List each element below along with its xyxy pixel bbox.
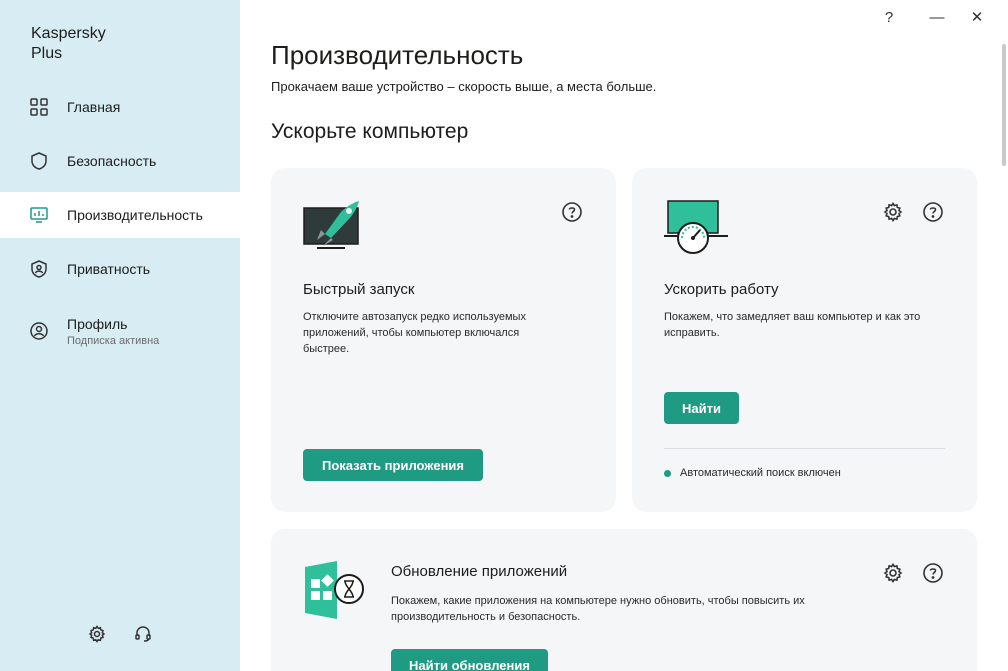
- app-updates-card: Обновление приложений Покажем, какие при…: [271, 529, 977, 671]
- help-icon[interactable]: [561, 201, 583, 223]
- card-title: Обновление приложений: [391, 563, 568, 580]
- status-text: Автоматический поиск включен: [680, 467, 841, 479]
- find-updates-button[interactable]: Найти обновления: [391, 649, 548, 671]
- user-circle-icon: [29, 321, 49, 341]
- sidebar-item-privacy[interactable]: Приватность: [12, 246, 240, 292]
- app-update-icon: [303, 561, 367, 619]
- card-title: Ускорить работу: [664, 281, 779, 298]
- sidebar-item-security[interactable]: Безопасность: [12, 138, 240, 184]
- divider: [664, 448, 945, 449]
- page-subtitle: Прокачаем ваше устройство – скорость выш…: [271, 79, 657, 94]
- sidebar-bottom: [0, 238, 240, 671]
- status-dot-icon: [664, 469, 671, 477]
- headset-icon[interactable]: [133, 624, 153, 644]
- sidebar-item-label: Главная: [67, 99, 121, 115]
- page-title: Производительность: [271, 40, 524, 70]
- speed-up-card: Ускорить работу Покажем, что замедляет в…: [632, 168, 977, 512]
- scrollbar[interactable]: [1002, 44, 1006, 166]
- card-description: Отключите автозапуск редко используемых …: [303, 311, 526, 355]
- help-icon[interactable]: [922, 562, 944, 584]
- subscription-status: Подписка активна: [67, 334, 160, 347]
- card-description: Покажем, какие приложения на компьютере …: [391, 595, 805, 623]
- quick-start-card: Быстрый запуск Отключите автозапуск редк…: [271, 168, 616, 512]
- app-brand: Kaspersky Plus: [31, 25, 106, 62]
- find-button[interactable]: Найти: [664, 392, 739, 424]
- sidebar-item-label: Приватность: [67, 261, 151, 277]
- sidebar-item-profile[interactable]: Профиль Подписка активна: [12, 308, 240, 354]
- gear-icon[interactable]: [882, 201, 904, 223]
- sidebar-item-label: Производительность: [67, 207, 203, 223]
- section-title: Ускорьте компьютер: [271, 120, 469, 143]
- monitor-chart-icon: [29, 205, 49, 225]
- sidebar-item-home[interactable]: Главная: [12, 84, 240, 130]
- show-apps-button[interactable]: Показать приложения: [303, 449, 483, 481]
- sidebar: Kaspersky Plus Главная Безопасность Прои…: [0, 0, 240, 671]
- gear-icon[interactable]: [87, 624, 107, 644]
- auto-search-status: Автоматический поиск включен: [664, 467, 841, 479]
- card-description: Покажем, что замедляет ваш компьютер и к…: [664, 311, 921, 339]
- card-title: Быстрый запуск: [303, 281, 415, 298]
- sidebar-item-performance[interactable]: Производительность: [12, 192, 240, 238]
- speedometer-monitor-icon: [664, 198, 728, 254]
- grid-icon: [29, 97, 49, 117]
- sidebar-item-label: Профиль: [67, 315, 128, 332]
- gear-icon[interactable]: [882, 562, 904, 584]
- help-icon[interactable]: [922, 201, 944, 223]
- rocket-monitor-icon: [303, 200, 361, 250]
- main-content: Производительность Прокачаем ваше устрой…: [240, 0, 1008, 671]
- sidebar-item-label: Безопасность: [67, 153, 157, 169]
- shield-icon: [29, 151, 49, 171]
- shield-person-icon: [29, 259, 49, 279]
